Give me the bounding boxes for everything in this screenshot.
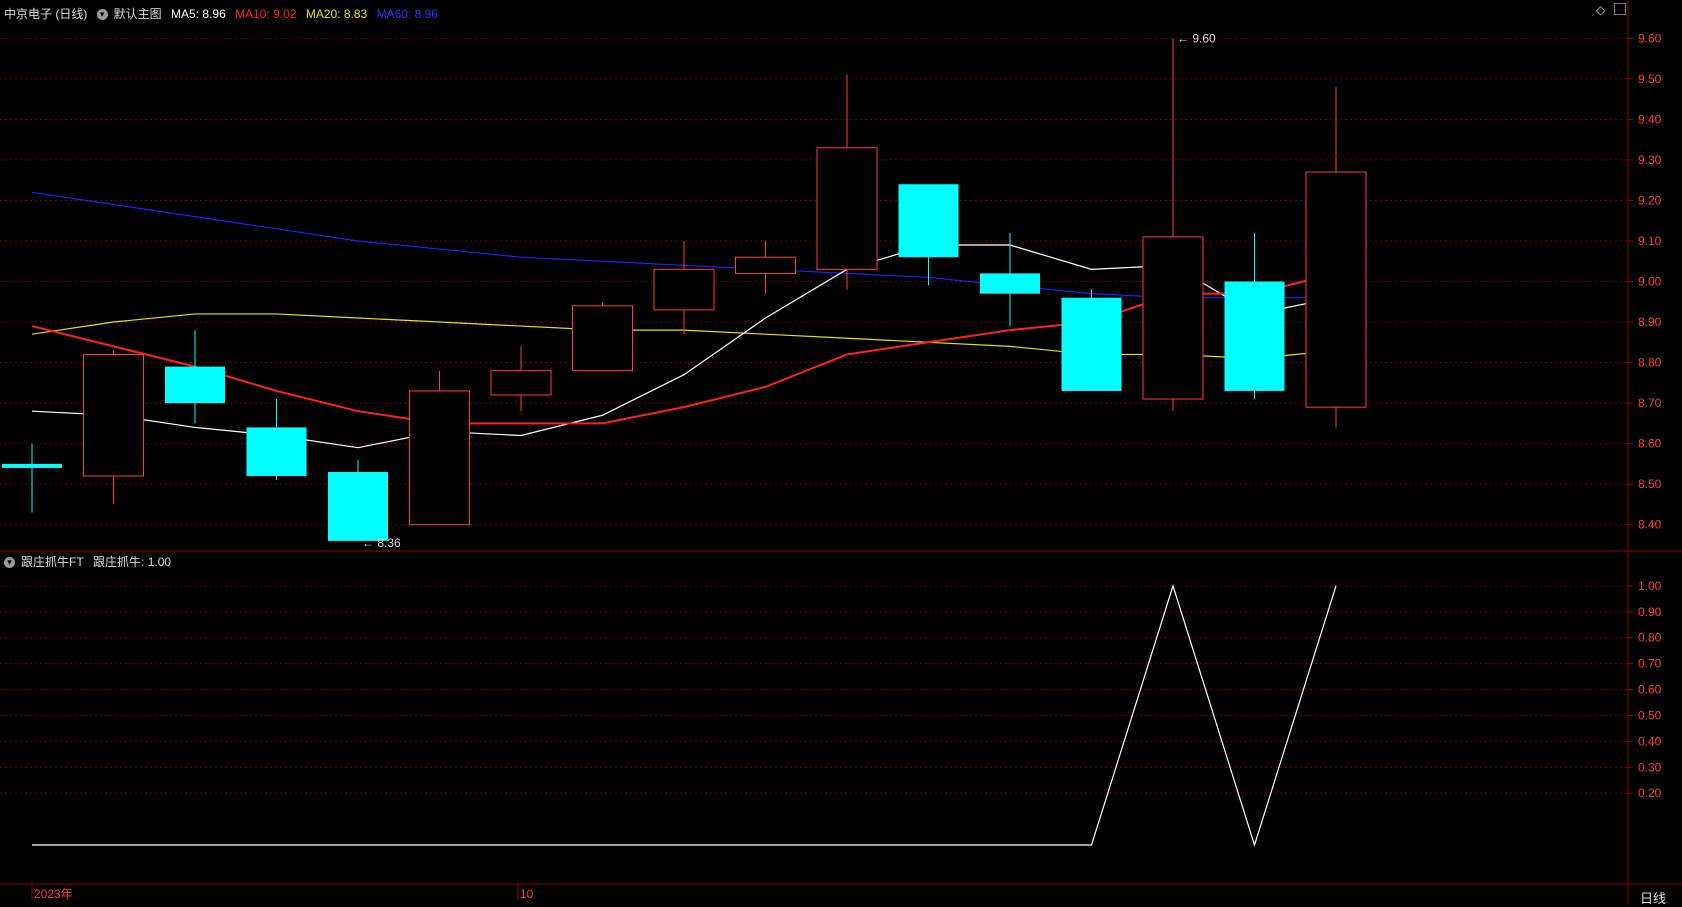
price-tick-label: 9.20 xyxy=(1638,193,1662,207)
indicator-readout: 跟庄抓牛: 1.00 xyxy=(93,555,172,569)
ma5-readout: MA5: 8.96 xyxy=(171,7,226,21)
candle-body xyxy=(816,147,878,270)
price-axis: 8.40 8.50 8.60 8.70 8.80 8.90 9.00 9.10 9.20 9.30… xyxy=(1628,31,1662,800)
candle xyxy=(572,301,633,372)
candle-body xyxy=(328,471,388,541)
period-label[interactable]: 日线 xyxy=(1640,888,1666,907)
price-tick-label: 8.70 xyxy=(1638,396,1662,410)
ma10-readout: MA10: 9.02 xyxy=(235,7,297,21)
template-dropdown-icon[interactable]: ▾ xyxy=(96,9,108,21)
candle xyxy=(1305,86,1367,428)
price-tick-label: 8.80 xyxy=(1638,356,1662,370)
date-label: 2023年 xyxy=(34,887,73,901)
price-tick-label: 8.40 xyxy=(1638,518,1662,532)
candle-body xyxy=(83,353,144,477)
price-tick-label: 9.50 xyxy=(1638,72,1662,86)
candle-body xyxy=(409,390,470,526)
indicator-tick-label: 0.40 xyxy=(1638,734,1662,748)
candle-body xyxy=(1224,281,1285,391)
candle-body xyxy=(246,427,307,477)
ma60-readout: MA60: 8.96 xyxy=(376,7,438,21)
candle-body xyxy=(1061,297,1122,391)
indicator-tick-label: 0.70 xyxy=(1638,657,1662,671)
candle-body xyxy=(1305,171,1367,408)
indicator-tick-label: 0.90 xyxy=(1638,605,1662,619)
price-annotation: ← 8.36 xyxy=(362,536,401,550)
candle xyxy=(735,240,796,294)
price-tick-label: 9.60 xyxy=(1638,31,1662,45)
candle xyxy=(653,240,715,335)
candle xyxy=(83,350,144,505)
candle-body xyxy=(653,268,715,311)
price-annotation: ← 9.60 xyxy=(1177,31,1216,45)
indicator-tick-label: 0.80 xyxy=(1638,631,1662,645)
candle xyxy=(898,184,959,286)
indicator-tick-label: 1.00 xyxy=(1638,579,1662,593)
date-label: 10 xyxy=(520,887,534,901)
maximize-icon[interactable] xyxy=(1614,3,1626,15)
indicator-name[interactable]: 跟庄抓牛FT xyxy=(21,555,84,569)
ma20-readout: MA20: 8.83 xyxy=(305,7,368,21)
candle xyxy=(1142,38,1204,412)
candle-body xyxy=(572,305,633,372)
candle-body xyxy=(490,370,552,396)
indicator-header: ▾ 跟庄抓牛FT 跟庄抓牛: 1.00 xyxy=(4,553,177,570)
candle-body xyxy=(735,256,796,274)
candle-body xyxy=(1142,236,1204,400)
price-tick-label: 8.50 xyxy=(1638,477,1662,491)
candle-body xyxy=(2,463,62,468)
indicator-tick-label: 0.60 xyxy=(1638,683,1662,697)
candle xyxy=(490,346,552,412)
candle xyxy=(1061,289,1122,391)
date-axis: 2023年 10 xyxy=(31,884,534,901)
price-annotations: ← 9.60 ← 8.36 xyxy=(362,31,1216,550)
candle xyxy=(2,443,62,513)
main-chart-header: 中京电子 (日线) ▾ 默认主图 MA5: 8.96 MA10: 9.02 MA2… xyxy=(4,5,444,22)
price-tick-label: 8.60 xyxy=(1638,437,1662,451)
indicator-dropdown-icon[interactable]: ▾ xyxy=(4,557,15,569)
candle xyxy=(980,232,1040,327)
candle xyxy=(1224,232,1285,400)
indicator-tick-label: 0.50 xyxy=(1638,708,1662,722)
diamond-icon[interactable]: ◇ xyxy=(1596,3,1605,17)
candlestick-series[interactable] xyxy=(2,38,1367,541)
chart-canvas: 8.40 8.50 8.60 8.70 8.80 8.90 9.00 9.10 9.20 9.30… xyxy=(0,0,1682,905)
candle xyxy=(328,459,388,541)
price-tick-label: 9.30 xyxy=(1638,153,1662,167)
template-name[interactable]: 默认主图 xyxy=(114,7,162,21)
candle xyxy=(409,370,470,526)
candle xyxy=(816,74,878,290)
candle-body xyxy=(898,184,959,258)
price-tick-label: 8.90 xyxy=(1638,315,1662,329)
candle-body xyxy=(980,273,1040,294)
candle xyxy=(246,399,307,481)
candle xyxy=(165,330,225,424)
price-tick-label: 9.00 xyxy=(1638,275,1662,289)
stock-title: 中京电子 (日线) xyxy=(4,7,88,21)
indicator-grid xyxy=(0,585,1628,794)
candle-body xyxy=(165,366,225,404)
indicator-tick-label: 0.30 xyxy=(1638,760,1662,774)
price-tick-label: 9.40 xyxy=(1638,112,1662,126)
price-tick-label: 9.10 xyxy=(1638,234,1662,248)
indicator-tick-label: 0.20 xyxy=(1638,786,1662,800)
